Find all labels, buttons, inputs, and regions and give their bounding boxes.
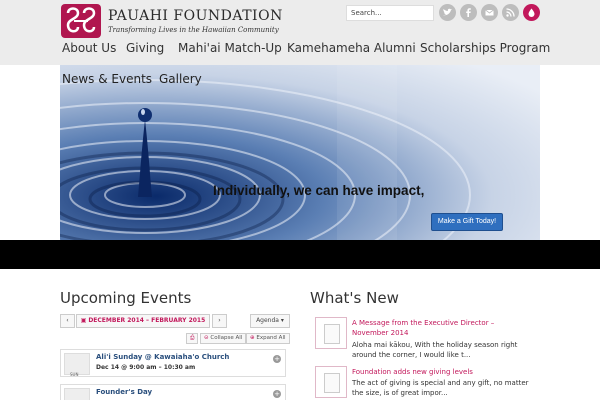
chevron-left-icon: ‹ [66, 317, 69, 324]
news-thumbnail[interactable] [315, 366, 347, 398]
next-range-button[interactable]: › [212, 314, 227, 328]
facebook-icon[interactable] [460, 4, 477, 21]
news-title[interactable]: Foundation adds new giving levels [352, 367, 532, 377]
nav-giving[interactable]: Giving [126, 41, 164, 55]
view-select[interactable]: Agenda ▾ [250, 314, 290, 328]
plus-circle-icon: ⊕ [250, 335, 255, 341]
give-drop-icon[interactable] [523, 4, 540, 21]
chevron-right-icon: › [218, 317, 221, 324]
date-range-picker[interactable]: ▣ DECEMBER 2014 – FEBRUARY 2015 [76, 314, 210, 328]
divider-band [0, 240, 600, 269]
prev-range-button[interactable]: ‹ [60, 314, 75, 328]
expand-all-button[interactable]: ⊕ Expand All [246, 333, 290, 344]
whats-new-heading: What's New [310, 289, 399, 307]
nav-mahiai-match-up[interactable]: Mahi'ai Match-Up [178, 41, 282, 55]
caret-down-icon: ▾ [280, 317, 284, 324]
rss-icon[interactable] [502, 4, 519, 21]
event-title[interactable]: Ali'i Sunday @ Kawaiaha'o Church [96, 353, 229, 361]
make-a-gift-button[interactable]: Make a Gift Today! [431, 213, 503, 231]
event-item[interactable]: SUN Ali'i Sunday @ Kawaiaha'o Church Dec… [60, 349, 286, 377]
foundation-logo-icon[interactable] [60, 3, 102, 39]
event-item[interactable]: Founder's Day + [60, 384, 286, 400]
expand-event-icon[interactable]: + [273, 355, 281, 363]
news-title[interactable]: A Message from the Executive Director – … [352, 318, 532, 338]
hero-banner: Individually, we can have impact, Make a… [60, 65, 540, 240]
news-thumbnail[interactable] [315, 317, 347, 349]
brand-tagline: Transforming Lives in the Hawaiian Commu… [108, 26, 279, 34]
upcoming-events-heading: Upcoming Events [60, 289, 192, 307]
email-icon[interactable] [481, 4, 498, 21]
hero-headline: Individually, we can have impact, [213, 183, 425, 198]
nav-kamehameha-alumni[interactable]: Kamehameha Alumni [287, 41, 416, 55]
minus-circle-icon: ⊝ [204, 335, 209, 341]
nav-scholarships-program[interactable]: Scholarships Program [420, 41, 550, 55]
date-range-label: DECEMBER 2014 – FEBRUARY 2015 [88, 317, 206, 324]
event-title[interactable]: Founder's Day [96, 388, 152, 396]
nav-news-events[interactable]: News & Events [62, 72, 152, 86]
print-button[interactable]: ⎙ [186, 333, 199, 344]
event-date-badge [64, 388, 90, 400]
site-header: Pauahi Foundation Transforming Lives in … [0, 0, 600, 65]
page: Pauahi Foundation Transforming Lives in … [0, 0, 600, 400]
calendar-icon: ▣ [80, 317, 87, 324]
printer-icon: ⎙ [190, 335, 195, 341]
collapse-all-button[interactable]: ⊝ Collapse All [200, 333, 247, 344]
nav-about-us[interactable]: About Us [62, 41, 116, 55]
event-time: Dec 14 @ 9:00 am – 10:30 am [96, 364, 196, 371]
collapse-all-label: Collapse All [210, 335, 243, 341]
event-date-badge: SUN [64, 353, 90, 377]
expand-event-icon[interactable]: + [273, 390, 281, 398]
brand-name[interactable]: Pauahi Foundation [108, 8, 283, 24]
news-excerpt: Aloha mai kākou, With the holiday season… [352, 341, 518, 359]
event-day-label: SUN [70, 372, 79, 377]
twitter-icon[interactable] [439, 4, 456, 21]
expand-all-label: Expand All [256, 335, 286, 341]
search-input[interactable]: Search... [346, 5, 434, 21]
view-select-label: Agenda [256, 317, 279, 324]
news-excerpt: The act of giving is special and any gif… [352, 379, 529, 397]
nav-gallery[interactable]: Gallery [159, 72, 202, 86]
